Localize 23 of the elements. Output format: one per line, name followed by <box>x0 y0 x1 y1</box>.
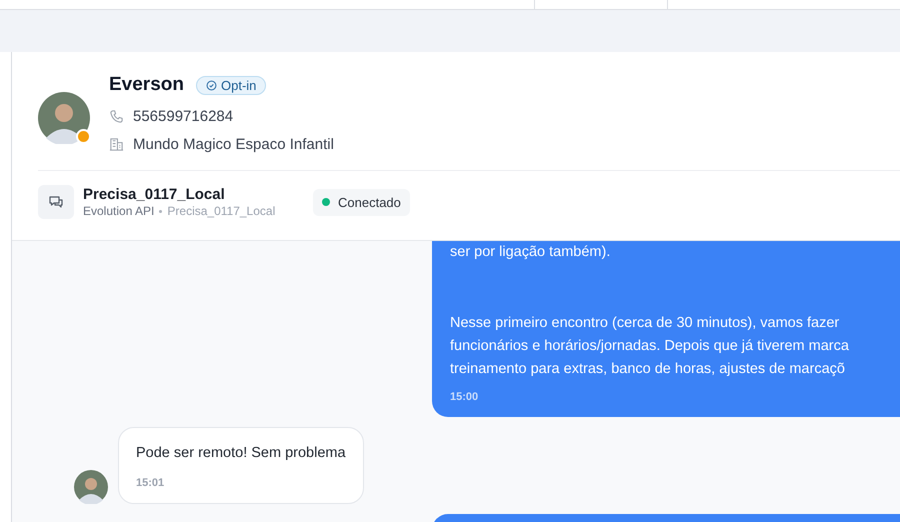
chat-bubbles-icon <box>48 194 64 210</box>
message-time: 15:00 <box>450 391 480 403</box>
channel-name: Precisa_0117_Local <box>83 186 226 203</box>
message-text: treinamento para extras, banco de horas, ajustes de marcaçõ <box>450 360 846 379</box>
badge-label: Opt-in <box>220 78 256 92</box>
phone-number: 556599716284 <box>133 108 234 125</box>
company-name: Mundo Magico Espaco Infantil <box>133 136 334 153</box>
phone-icon <box>109 109 124 124</box>
message-time: 15:01 <box>136 477 166 489</box>
channel-instance: Precisa_0117_Local <box>167 204 276 218</box>
avatar-silhouette-icon <box>74 470 108 504</box>
contact-name: Everson <box>109 74 184 96</box>
channel-provider: Evolution API <box>83 204 154 218</box>
message-text: Pode ser remoto! Sem problema <box>136 444 346 463</box>
separator-dot <box>159 210 162 212</box>
message-text: Nesse primeiro encontro (cerca de 30 minutos), vamos fazer <box>450 314 840 333</box>
check-circle-icon <box>206 80 217 90</box>
presence-dot <box>76 129 91 144</box>
avatar-silhouette-icon <box>38 92 90 144</box>
message-text: ser por ligação também). <box>450 243 612 262</box>
building-icon <box>109 137 124 152</box>
status-label: Conectado <box>338 194 401 210</box>
message-text: funcionários e horários/jornadas. Depois que já tiverem marca <box>450 337 850 356</box>
